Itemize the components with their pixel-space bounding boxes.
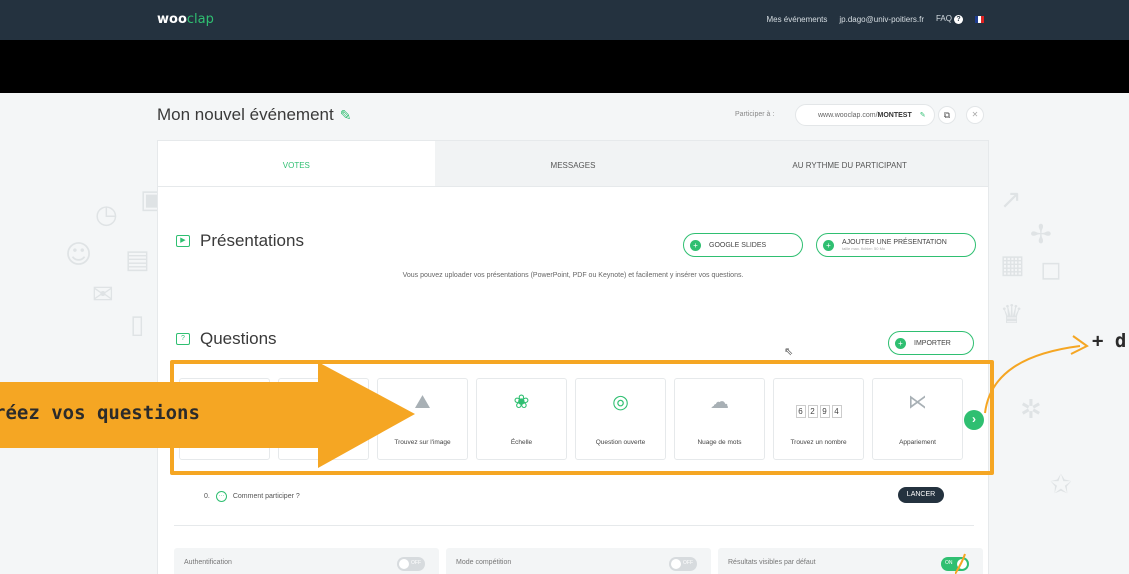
presentation-icon: ▶: [176, 235, 190, 247]
toggle-state: ON: [945, 560, 953, 566]
url-prefix: www.wooclap.com/: [818, 112, 878, 119]
annotation-create-questions: réez vos questions: [0, 402, 200, 424]
question-icon: ?: [176, 333, 190, 345]
question-mark-icon: ?: [954, 15, 963, 24]
tab-bar: VOTES MESSAGES AU RYTHME DU PARTICIPANT: [158, 141, 989, 187]
wooclap-logo[interactable]: wooclap: [157, 12, 214, 27]
add-presentation-label: AJOUTER UNE PRÉSENTATION: [842, 239, 947, 246]
logo-light-text: clap: [186, 12, 214, 27]
question-index: 0.: [204, 493, 210, 500]
participer-label: Participer à :: [735, 111, 775, 118]
tab-votes[interactable]: VOTES: [158, 141, 435, 186]
google-slides-label: GOOGLE SLIDES: [709, 241, 767, 249]
event-url-field[interactable]: www.wooclap.com/MONTEST ✎: [795, 104, 935, 126]
setting-competition-mode: Mode compétition OFF: [446, 548, 711, 574]
tab-messages[interactable]: MESSAGES: [434, 141, 712, 186]
chart-doodle-icon: ▤: [125, 245, 150, 275]
top-navigation-bar: wooclap Mes événements jp.dago@univ-poit…: [0, 0, 1129, 40]
setting-label: Authentification: [184, 559, 232, 566]
close-icon[interactable]: ✕: [966, 106, 984, 124]
plus-icon: +: [823, 239, 834, 251]
presentations-heading: ▶ Présentations: [176, 231, 304, 251]
curved-annotation-arrows: [955, 335, 1089, 574]
square-doodle-icon: ◻: [1040, 255, 1062, 285]
divider: [174, 525, 974, 526]
add-presentation-sublabel: taille max. fichier: 50 Mo: [842, 246, 886, 251]
presentations-helper-text: Vous pouvez uploader vos présentations (…: [402, 272, 744, 279]
event-title: Mon nouvel événement ✎: [157, 105, 351, 125]
annotation-more: + d: [1092, 330, 1127, 352]
calendar-doodle-icon: ▦: [1000, 250, 1025, 280]
setting-label: Résultats visibles par défaut: [728, 559, 816, 566]
question-list-item[interactable]: 0. ··· Comment participer ?: [204, 491, 300, 502]
phone-doodle-icon: ▯: [130, 310, 145, 340]
top-nav-links: Mes événements jp.dago@univ-poitiers.fr …: [766, 14, 984, 24]
edit-pencil-icon[interactable]: ✎: [340, 107, 352, 124]
screen: ◷ ☺ ▤ ✉ ▯ ▣ ↗ ✢ ▦ ◻ ♛ ✲ ✩ wooclap Mes év…: [0, 0, 1129, 574]
setting-authentication: Authentification OFF: [174, 548, 439, 574]
plus-icon: +: [690, 239, 701, 251]
nav-faq[interactable]: FAQ?: [936, 14, 963, 24]
event-title-text: Mon nouvel événement: [157, 105, 334, 124]
mouse-cursor-icon: ⇖: [784, 346, 794, 358]
copy-icon[interactable]: ⧉: [938, 106, 956, 124]
questions-heading: ? Questions: [176, 329, 277, 349]
nav-my-events[interactable]: Mes événements: [766, 15, 827, 24]
logo-bold-text: woo: [157, 12, 187, 27]
clock-doodle-icon: ◷: [95, 200, 118, 230]
authentication-toggle[interactable]: OFF: [397, 557, 425, 571]
import-label: IMPORTER: [914, 339, 951, 347]
tab-participant-pace[interactable]: AU RYTHME DU PARTICIPANT: [711, 141, 989, 186]
question-text: Comment participer ?: [232, 493, 300, 500]
presentations-title: Présentations: [200, 231, 304, 250]
trophy-doodle-icon: ♛: [1000, 300, 1024, 330]
url-code: MONTEST: [877, 112, 912, 119]
setting-results-visible: Résultats visibles par défaut ON: [718, 548, 983, 574]
people-doodle-icon: ☺: [65, 240, 93, 270]
toggle-state: OFF: [411, 560, 421, 566]
black-band: [0, 40, 1129, 93]
french-flag-icon[interactable]: [975, 15, 984, 23]
graph-doodle-icon: ↗: [1000, 185, 1022, 215]
google-slides-button[interactable]: + GOOGLE SLIDES: [683, 233, 803, 257]
add-presentation-button[interactable]: + AJOUTER UNE PRÉSENTATION taille max. fi…: [816, 233, 976, 257]
nav-user-email[interactable]: jp.dago@univ-poitiers.fr: [839, 15, 924, 24]
launch-button[interactable]: LANCER: [898, 487, 944, 503]
chat-doodle-icon: ✉: [92, 280, 114, 310]
setting-label: Mode compétition: [456, 559, 512, 566]
questions-title: Questions: [200, 329, 277, 348]
edit-url-icon[interactable]: ✎: [920, 112, 926, 119]
toggle-state: OFF: [683, 560, 693, 566]
event-main-card: VOTES MESSAGES AU RYTHME DU PARTICIPANT …: [157, 140, 989, 574]
puzzle-doodle-icon: ✢: [1030, 220, 1052, 250]
faq-label: FAQ: [935, 14, 952, 23]
competition-toggle[interactable]: OFF: [669, 557, 697, 571]
plus-icon: +: [895, 337, 906, 349]
add-presentation-text: AJOUTER UNE PRÉSENTATION taille max. fich…: [842, 239, 947, 251]
ellipsis-bubble-icon: ···: [215, 491, 227, 502]
